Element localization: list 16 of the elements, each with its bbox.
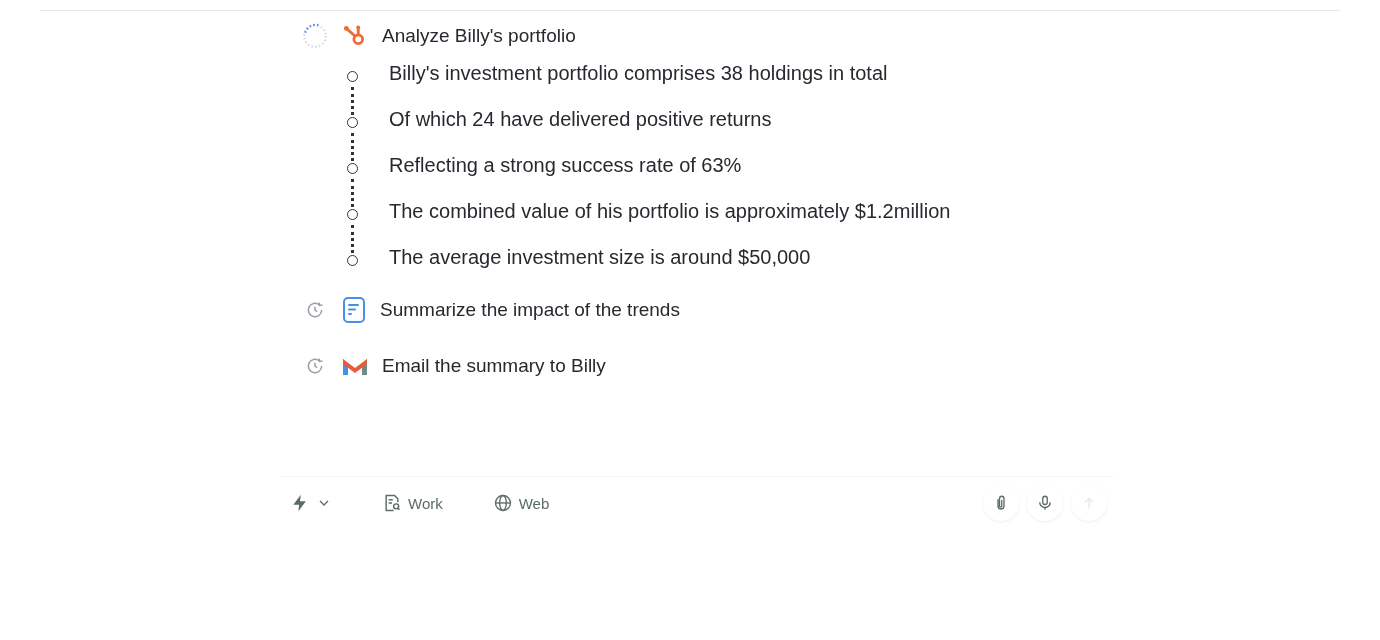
step-text: Reflecting a strong success rate of 63% xyxy=(389,153,742,177)
document-search-icon xyxy=(382,493,402,513)
step-text: The average investment size is around $50,000 xyxy=(389,245,811,269)
globe-icon xyxy=(492,493,513,513)
document-icon xyxy=(342,296,366,324)
attach-button[interactable] xyxy=(983,485,1019,521)
task-title: Email the summary to Billy xyxy=(382,355,606,377)
mail-envelope-icon xyxy=(342,356,368,376)
step-text: The combined value of his portfolio is approximately $1.2million xyxy=(389,199,951,223)
step-text: Of which 24 have delivered positive returns xyxy=(389,107,772,131)
loading-spinner-icon xyxy=(302,23,328,49)
step-text: Billy's investment portfolio comprises 38 holdings in total xyxy=(389,61,888,85)
microphone-button[interactable] xyxy=(1027,485,1063,521)
task-title: Summarize the impact of the trends xyxy=(380,299,680,321)
microphone-icon xyxy=(1036,494,1054,512)
task-title: Analyze Billy's portfolio xyxy=(382,25,576,47)
